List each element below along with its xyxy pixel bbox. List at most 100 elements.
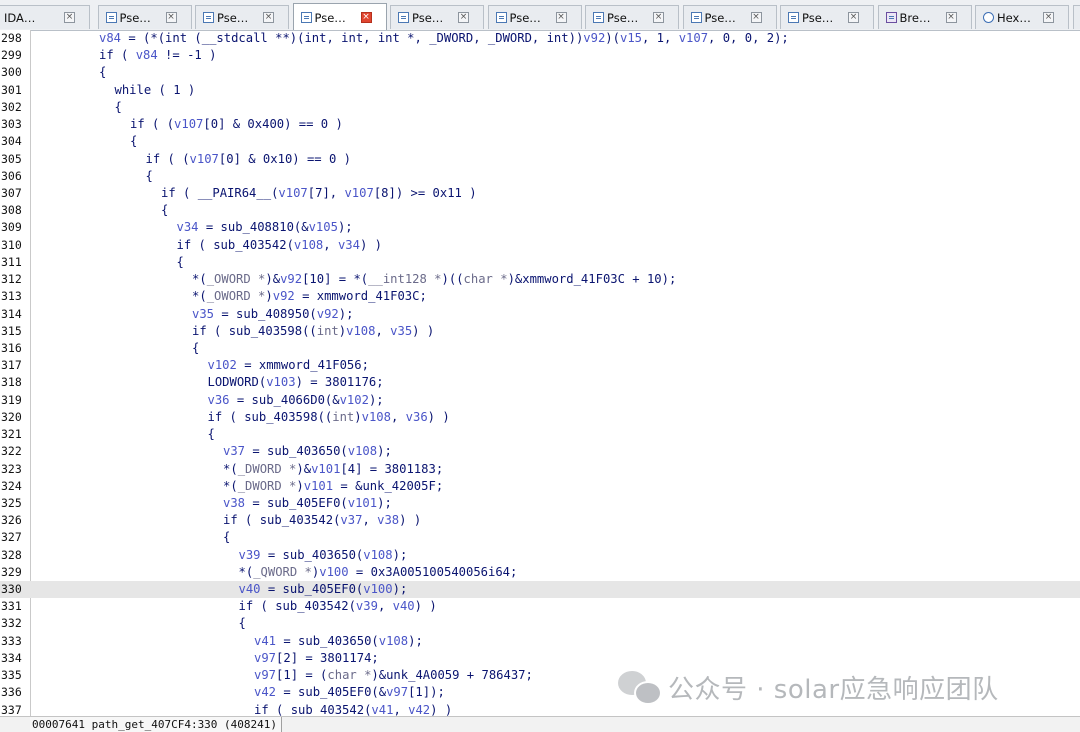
code-line[interactable]: 310if ( sub_403542(v108, v34) ) <box>0 237 1080 254</box>
close-icon[interactable]: × <box>848 12 859 23</box>
code-line[interactable]: 320if ( sub_403598((int)v108, v36) ) <box>0 409 1080 426</box>
code-line[interactable]: 315if ( sub_403598((int)v108, v35) ) <box>0 323 1080 340</box>
code-line[interactable]: 333v41 = sub_403650(v108); <box>0 633 1080 650</box>
code-text: *(_DWORD *)&v101[4] = 3801183; <box>223 461 443 478</box>
tab-10[interactable]: Bre…× <box>878 5 972 29</box>
pseudocode-editor[interactable]: 298v84 = (*(int (__stdcall **)(int, int,… <box>0 30 1080 716</box>
code-line[interactable]: 309v34 = sub_408810(&v105); <box>0 219 1080 236</box>
line-number: 321 <box>0 426 28 443</box>
pseudocode-icon <box>788 12 799 23</box>
tab-12[interactable]: A <box>1073 5 1080 29</box>
code-text: if ( sub_403542(v108, v34) ) <box>177 237 383 254</box>
line-number: 308 <box>0 202 28 219</box>
code-token: { <box>115 100 122 114</box>
code-text: if ( __PAIR64__(v107[7], v107[8]) >= 0x1… <box>161 185 477 202</box>
code-text: *(_OWORD *)&v92[10] = *(__int128 *)((cha… <box>192 271 676 288</box>
code-line[interactable]: 325v38 = sub_405EF0(v101); <box>0 495 1080 512</box>
code-line[interactable]: 330v40 = sub_405EF0(v100); <box>0 581 1080 598</box>
tab-7[interactable]: Pse…× <box>585 5 679 29</box>
code-token: = sub_405EF0( <box>245 496 348 510</box>
tab-5[interactable]: Pse…× <box>390 5 484 29</box>
close-icon[interactable]: × <box>1043 12 1054 23</box>
code-line[interactable]: 323*(_DWORD *)&v101[4] = 3801183; <box>0 461 1080 478</box>
line-number: 319 <box>0 392 28 409</box>
variable-token: v101 <box>311 462 340 476</box>
close-icon[interactable]: × <box>556 12 567 23</box>
code-line[interactable]: 319v36 = sub_4066D0(&v102); <box>0 392 1080 409</box>
code-line[interactable]: 308{ <box>0 202 1080 219</box>
line-number: 329 <box>0 564 28 581</box>
tab-4[interactable]: Pse…× <box>293 3 387 31</box>
code-line[interactable]: 329*(_QWORD *)v100 = 0x3A005100540056i64… <box>0 564 1080 581</box>
code-token: { <box>208 427 215 441</box>
code-line[interactable]: 311{ <box>0 254 1080 271</box>
code-line[interactable]: 307if ( __PAIR64__(v107[7], v107[8]) >= … <box>0 185 1080 202</box>
code-token: = sub_408810(& <box>199 220 309 234</box>
tab-1[interactable]: IDA…× <box>0 5 90 29</box>
code-token: , <box>362 513 377 527</box>
code-line[interactable]: 334v97[2] = 3801174; <box>0 650 1080 667</box>
code-line[interactable]: 313*(_OWORD *)v92 = xmmword_41F03C; <box>0 288 1080 305</box>
tab-8[interactable]: Pse…× <box>683 5 777 29</box>
code-line[interactable]: 298v84 = (*(int (__stdcall **)(int, int,… <box>0 30 1080 47</box>
code-line[interactable]: 305if ( (v107[0] & 0x10) == 0 ) <box>0 151 1080 168</box>
code-line[interactable]: 302{ <box>0 99 1080 116</box>
tab-6[interactable]: Pse…× <box>488 5 582 29</box>
code-text: while ( 1 ) <box>115 82 196 99</box>
close-icon[interactable]: × <box>946 12 957 23</box>
code-token: ) <box>296 479 303 493</box>
tab-11[interactable]: Hex…× <box>975 5 1069 29</box>
code-token: LODWORD( <box>208 375 267 389</box>
code-text: { <box>99 64 106 81</box>
code-token: ) <box>339 324 346 338</box>
close-icon[interactable]: × <box>653 12 664 23</box>
code-line[interactable]: 318LODWORD(v103) = 3801176; <box>0 374 1080 391</box>
code-line[interactable]: 299if ( v84 != -1 ) <box>0 47 1080 64</box>
code-line[interactable]: 331if ( sub_403542(v39, v40) ) <box>0 598 1080 615</box>
code-token: *( <box>192 272 207 286</box>
code-token: , <box>375 324 390 338</box>
code-line[interactable]: 317v102 = xmmword_41F056; <box>0 357 1080 374</box>
code-line[interactable]: 301while ( 1 ) <box>0 82 1080 99</box>
code-line[interactable]: 304{ <box>0 133 1080 150</box>
tab-3[interactable]: Pse…× <box>195 5 289 29</box>
tab-2[interactable]: Pse…× <box>98 5 192 29</box>
code-token: [1] = ( <box>276 668 327 682</box>
line-number: 331 <box>0 598 28 615</box>
code-line[interactable]: 328v39 = sub_403650(v108); <box>0 547 1080 564</box>
close-icon[interactable]: × <box>458 12 469 23</box>
code-line[interactable]: 332{ <box>0 615 1080 632</box>
close-icon[interactable]: × <box>361 12 372 23</box>
code-line[interactable]: 326if ( sub_403542(v37, v38) ) <box>0 512 1080 529</box>
code-line[interactable]: 306{ <box>0 168 1080 185</box>
code-line[interactable]: 314v35 = sub_408950(v92); <box>0 306 1080 323</box>
status-location: 00007641 path_get_407CF4:330 (408241) <box>30 717 282 732</box>
code-token: = sub_405EF0( <box>261 582 364 596</box>
code-token: [2] = 3801174; <box>276 651 379 665</box>
code-token: , <box>378 599 393 613</box>
variable-token: v102 <box>208 358 237 372</box>
code-line[interactable]: 322v37 = sub_403650(v108); <box>0 443 1080 460</box>
wechat-logo-icon <box>616 667 660 707</box>
code-line[interactable]: 303if ( (v107[0] & 0x400) == 0 ) <box>0 116 1080 133</box>
code-line[interactable]: 321 { <box>0 426 1080 443</box>
code-line[interactable]: 312*(_OWORD *)&v92[10] = *(__int128 *)((… <box>0 271 1080 288</box>
variable-token: v38 <box>223 496 245 510</box>
variable-token: v107 <box>190 152 219 166</box>
code-token: = sub_4066D0(& <box>230 393 340 407</box>
tab-label: Pse… <box>802 11 833 25</box>
code-token: ); <box>377 496 392 510</box>
code-token: ) = 3801176; <box>296 375 384 389</box>
code-line[interactable]: 327{ <box>0 529 1080 546</box>
tab-9[interactable]: Pse… × <box>780 5 874 29</box>
code-line[interactable]: 300{ <box>0 64 1080 81</box>
close-icon[interactable]: × <box>751 12 762 23</box>
variable-token: v101 <box>348 496 377 510</box>
code-token: ( sub_403598(( <box>222 410 332 424</box>
code-text: if ( sub_403542(v41, v42) ) <box>254 702 452 716</box>
code-line[interactable]: 324*(_DWORD *)v101 = &unk_42005F; <box>0 478 1080 495</box>
code-line[interactable]: 316{ <box>0 340 1080 357</box>
close-icon[interactable]: × <box>263 12 274 23</box>
close-icon[interactable]: × <box>166 12 177 23</box>
close-icon[interactable]: × <box>64 12 75 23</box>
